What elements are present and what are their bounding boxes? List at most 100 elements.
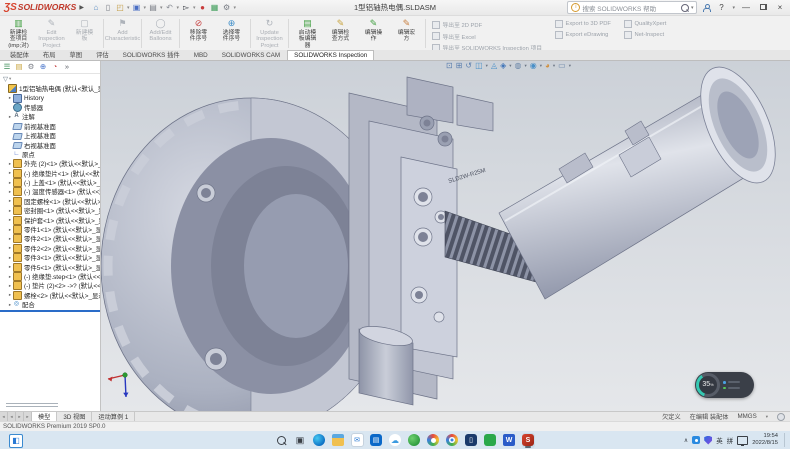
dropdown-caret-icon[interactable]: ▾: [540, 63, 542, 69]
dropdown-caret-icon[interactable]: ▾: [509, 63, 511, 69]
units-caret-icon[interactable]: ▾: [766, 414, 768, 420]
net-inspect-button[interactable]: Net-Inspect: [624, 31, 666, 39]
chrome-icon[interactable]: [446, 433, 459, 448]
search-magnifier-icon[interactable]: [681, 4, 689, 12]
tree-item[interactable]: ▸(-) 垫片 (2)<2> ->? (默认<<默认>: [0, 281, 100, 290]
green-square-app-icon[interactable]: [484, 433, 497, 448]
qualityxpert-button[interactable]: QualityXpert: [624, 20, 666, 28]
featuremanager-tree-tab[interactable]: ☰: [2, 62, 12, 72]
command-tab[interactable]: 布局: [36, 48, 63, 60]
tree-item[interactable]: 前视基准面: [0, 122, 100, 131]
dropdown-caret-icon[interactable]: ▾: [193, 5, 196, 11]
tree-item[interactable]: ▸A注解: [0, 112, 100, 121]
tree-item[interactable]: ▸(-) 绝缘垫片<1> (默认<<默认>_显: [0, 169, 100, 178]
dimxpertmanager-tab[interactable]: ⊕: [38, 62, 48, 72]
show-desktop-button[interactable]: [784, 433, 787, 447]
command-tab[interactable]: SOLIDWORKS CAM: [215, 50, 287, 60]
tree-item[interactable]: ▸(-) 绝缘垫.step<1> (默认<<默认>: [0, 272, 100, 281]
help-caret-icon[interactable]: ▾: [732, 5, 735, 11]
help-search-box[interactable]: i 搜索 SOLIDWORKS 帮助 ▾: [567, 1, 697, 14]
menu-expand-arrow[interactable]: ▶: [79, 4, 84, 11]
select-balloon-button[interactable]: ⊕选择零件序号: [215, 17, 248, 50]
tree-item[interactable]: ▸History: [0, 93, 100, 102]
dropdown-caret-icon[interactable]: ▾: [160, 5, 163, 11]
displaymanager-tab[interactable]: ◔: [50, 62, 60, 72]
zoom-area-icon[interactable]: ⊞: [456, 61, 463, 71]
panel-resize-grip[interactable]: [6, 403, 58, 409]
command-tab[interactable]: 草图: [62, 48, 89, 60]
tree-item[interactable]: ▸零件2<2> (默认<<默认>_显示状: [0, 244, 100, 253]
solidworks-taskbar-icon[interactable]: S: [522, 433, 535, 448]
command-tab[interactable]: SOLIDWORKS Inspection: [287, 50, 374, 60]
edit-inspection-project-button[interactable]: ✎EditInspectionProject: [35, 17, 68, 50]
edit-appearance-icon[interactable]: ◕: [545, 61, 550, 71]
edge-icon[interactable]: [313, 433, 326, 448]
view-settings-icon[interactable]: ▭: [558, 61, 566, 71]
tree-item[interactable]: ▸螺栓<2> (默认<<默认>_显示状态: [0, 291, 100, 300]
tree-filter-row[interactable]: ▽ ▾: [0, 74, 100, 83]
task-view-button[interactable]: ▣: [294, 433, 307, 448]
section-view-icon[interactable]: ◫: [475, 61, 483, 71]
update-inspection-project-button[interactable]: ↻UpdateInspectionProject: [253, 17, 286, 50]
command-tab[interactable]: MBD: [187, 50, 215, 60]
tree-item[interactable]: 右视基准面: [0, 140, 100, 149]
edit-inspection-methods-button[interactable]: ✎编辑检查方式: [324, 17, 357, 50]
tray-chevron-up-icon[interactable]: ∧: [684, 437, 688, 444]
tree-item[interactable]: ▸零件3<1> (默认<<默认>_显示状: [0, 253, 100, 262]
pinned-app-icon[interactable]: ◧: [9, 434, 23, 448]
panel-tabs-overflow[interactable]: »: [62, 62, 72, 72]
dropdown-caret-icon[interactable]: ▾: [569, 63, 571, 69]
open-icon[interactable]: ◰: [115, 3, 125, 13]
launch-template-editor-button[interactable]: ▤启动模板编辑器: [291, 17, 324, 50]
print-icon[interactable]: ▤: [148, 3, 158, 13]
store-icon[interactable]: ▤: [370, 433, 383, 448]
doc-nav-prev-icon[interactable]: ◂: [8, 412, 16, 421]
edit-operations-button[interactable]: ✎编辑操作: [357, 17, 390, 50]
tree-item[interactable]: 1型铝轴热电偶 (默认<默认_显示状态-1: [0, 84, 100, 93]
taskbar-clock[interactable]: 19:54 2022/8/15: [752, 433, 778, 447]
tree-item[interactable]: ▸外壳 (2)<1> (默认<<默认>_显示状: [0, 159, 100, 168]
new-document-icon[interactable]: ▯: [103, 3, 113, 13]
tree-item[interactable]: ▸零件2<1> (默认<<默认>_显示状: [0, 234, 100, 243]
doc-nav-first-icon[interactable]: ◂: [0, 412, 8, 421]
view-orientation-icon[interactable]: ◈: [500, 61, 506, 71]
dropdown-caret-icon[interactable]: ▾: [143, 5, 146, 11]
remove-balloon-button[interactable]: ⊘移除零件序号: [182, 17, 215, 50]
tree-item[interactable]: ▸保护套<1> (默认<<默认>_显示状: [0, 215, 100, 224]
tray-chat-icon[interactable]: [692, 436, 700, 444]
model-canvas[interactable]: SLD2W-R25M: [101, 61, 790, 411]
filter-caret-icon[interactable]: ▾: [9, 76, 11, 82]
add-characteristic-button[interactable]: ⚑AddCharacteristic: [106, 17, 139, 50]
search-caret-icon[interactable]: ▾: [691, 5, 694, 11]
tree-item[interactable]: ▸密封圈<1> (默认<<默认>_显示状: [0, 206, 100, 215]
performance-widget[interactable]: 35%: [695, 372, 754, 398]
hide-show-items-icon[interactable]: ◉: [530, 61, 537, 71]
tray-security-shield-icon[interactable]: [704, 436, 712, 445]
tray-display-icon[interactable]: [737, 436, 748, 445]
tree-item[interactable]: ▸零件5<1> (默认<<默认>_显示状态: [0, 262, 100, 271]
start-button[interactable]: [256, 433, 269, 448]
boss-cylinder-model[interactable]: [358, 323, 414, 405]
add-edit-balloons-button[interactable]: ◯Add/EditBalloons: [144, 17, 177, 50]
status-notification-icon[interactable]: [777, 413, 785, 421]
home-icon[interactable]: ⌂: [91, 3, 101, 13]
tree-item[interactable]: ▸(-) 上盖<1> (默认<<默认>_显示: [0, 178, 100, 187]
dropdown-caret-icon[interactable]: ▾: [234, 5, 237, 11]
document-tab[interactable]: 3D 视图: [57, 412, 92, 421]
tree-item[interactable]: ▸(-) 温度传感器<1> (默认<<默认>_: [0, 187, 100, 196]
minimize-button[interactable]: —: [740, 3, 752, 12]
export-2d-pdf-button[interactable]: 导出至 2D PDF: [432, 20, 542, 29]
file-explorer-icon[interactable]: [332, 433, 345, 448]
search-button[interactable]: [275, 433, 288, 448]
close-button[interactable]: ×: [774, 3, 786, 12]
restore-button[interactable]: [757, 3, 769, 12]
dropdown-caret-icon[interactable]: ▾: [486, 63, 488, 69]
weather-cloud-icon[interactable]: ☁: [389, 433, 402, 448]
new-inspection-project-button[interactable]: ▥新建检查项目(imp;对): [2, 17, 35, 50]
edit-macro-button[interactable]: ✎编辑宏方: [390, 17, 423, 50]
tree-item[interactable]: ▸◎配合: [0, 300, 100, 309]
command-tab[interactable]: SOLIDWORKS 插件: [116, 48, 187, 60]
undo-icon[interactable]: ↶: [165, 3, 175, 13]
browser-wheel-icon[interactable]: [427, 433, 440, 448]
filter-funnel-icon[interactable]: ▽: [3, 75, 8, 83]
